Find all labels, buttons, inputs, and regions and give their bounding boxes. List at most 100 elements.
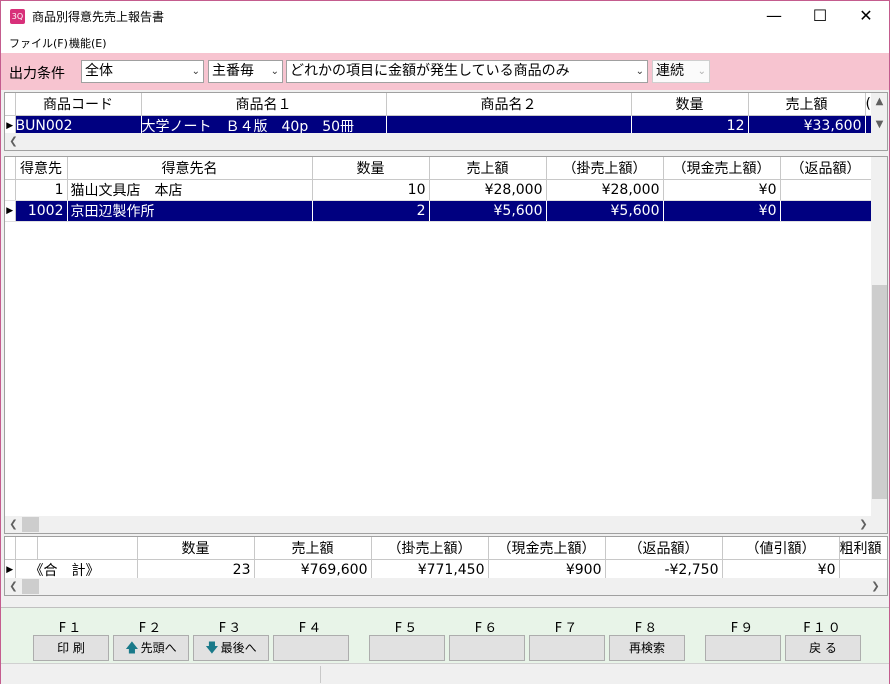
total-sales[interactable]: ¥769,600 xyxy=(254,559,372,581)
row-indicator xyxy=(5,179,16,201)
button-label: 再検索 xyxy=(628,641,665,655)
header-customer-id[interactable]: 得意先 xyxy=(15,157,68,180)
total-qty[interactable]: 23 xyxy=(137,559,255,581)
table-row[interactable]: ▶ 1002 京田辺製作所 2 ¥5,600 ¥5,600 ¥0 xyxy=(5,200,872,222)
header-cash-sales[interactable]: （現金売上額） xyxy=(488,537,606,560)
header-quantity[interactable]: 数量 xyxy=(312,157,430,180)
f7-button[interactable] xyxy=(529,635,605,661)
customer-qty[interactable]: 10 xyxy=(312,179,430,201)
header-product-name2[interactable]: 商品名２ xyxy=(386,93,632,116)
table-row[interactable]: ▶ 《合 計》 23 ¥769,600 ¥771,450 ¥900 -¥2,75… xyxy=(5,559,887,581)
customer-credit[interactable]: ¥28,000 xyxy=(546,179,664,201)
header-customer-name[interactable]: 得意先名 xyxy=(67,157,313,180)
header-sales[interactable]: 売上額 xyxy=(429,157,547,180)
f6-button[interactable] xyxy=(449,635,525,661)
status-pane xyxy=(1,666,321,683)
arrow-down-icon: 🡇 xyxy=(205,641,219,656)
back-button[interactable]: 戻 る xyxy=(785,635,861,661)
minimize-button[interactable]: — xyxy=(751,1,797,31)
customer-returns[interactable] xyxy=(780,179,872,201)
header-credit-sales[interactable]: （掛売上額） xyxy=(546,157,664,180)
chevron-down-icon: ⌄ xyxy=(697,66,706,77)
chevron-down-icon: ⌄ xyxy=(270,66,279,77)
first-record-button[interactable]: 🡅 先頭へ xyxy=(113,635,189,661)
scroll-thumb[interactable] xyxy=(872,285,887,499)
header-returns[interactable]: （返品額） xyxy=(605,537,723,560)
totals-hscroll[interactable]: ❮ ❯ xyxy=(5,578,887,595)
total-credit[interactable]: ¥771,450 xyxy=(371,559,489,581)
total-profit[interactable] xyxy=(839,559,887,581)
title-bar: 3Q 商品別得意先売上報告書 — ☐ ✕ xyxy=(1,1,889,31)
total-returns[interactable]: -¥2,750 xyxy=(605,559,723,581)
close-button[interactable]: ✕ xyxy=(843,1,889,31)
header-indicator xyxy=(5,537,16,560)
customer-vscroll[interactable] xyxy=(871,157,887,516)
scope-select[interactable]: 全体 ⌄ xyxy=(81,60,204,83)
header-discount[interactable]: （値引額） xyxy=(722,537,840,560)
scroll-left-icon[interactable]: ❮ xyxy=(5,516,22,533)
menu-function[interactable]: 機能(E) xyxy=(69,35,107,51)
customer-id[interactable]: 1002 xyxy=(15,200,68,222)
menu-bar: ファイル(F) 機能(E) xyxy=(1,31,889,53)
row-pointer-icon: ▶ xyxy=(5,200,16,222)
header-gross-profit[interactable]: 粗利額 xyxy=(839,537,887,560)
maximize-button[interactable]: ☐ xyxy=(797,1,843,31)
menu-file[interactable]: ファイル(F) xyxy=(9,35,68,51)
grouping-select[interactable]: 主番毎 ⌄ xyxy=(208,60,283,83)
table-row[interactable]: 1 猫山文具店 本店 10 ¥28,000 ¥28,000 ¥0 xyxy=(5,179,872,201)
header-sales[interactable]: 売上額 xyxy=(254,537,372,560)
customer-hscroll[interactable]: ❮ ❯ xyxy=(5,516,887,533)
header-quantity[interactable]: 数量 xyxy=(631,93,749,116)
button-label: 最後へ xyxy=(220,641,257,655)
fkey-label: F７ xyxy=(554,621,580,636)
customer-cash[interactable]: ¥0 xyxy=(663,200,781,222)
total-cash[interactable]: ¥900 xyxy=(488,559,606,581)
scroll-right-icon[interactable]: ❯ xyxy=(855,516,872,533)
customer-cash[interactable]: ¥0 xyxy=(663,179,781,201)
totals-grid: 数量 売上額 （掛売上額） （現金売上額） （返品額） （値引額） 粗利額 ▶ … xyxy=(4,536,888,596)
button-label: 先頭へ xyxy=(140,641,177,655)
header-cash-sales[interactable]: （現金売上額） xyxy=(663,157,781,180)
customer-name[interactable]: 京田辺製作所 xyxy=(67,200,313,222)
header-label xyxy=(37,537,138,560)
scroll-down-icon[interactable]: ▼ xyxy=(871,116,887,133)
button-label: 戻 る xyxy=(809,641,837,655)
scroll-left-icon[interactable]: ❮ xyxy=(5,133,22,150)
scroll-left-icon[interactable]: ❮ xyxy=(5,578,22,595)
condition-select[interactable]: どれかの項目に金額が発生している商品のみ ⌄ xyxy=(286,60,648,83)
scroll-up-icon[interactable]: ▲ xyxy=(871,93,887,110)
status-pane xyxy=(321,666,889,683)
product-hscroll[interactable]: ❮ xyxy=(5,133,871,150)
f5-button[interactable] xyxy=(369,635,445,661)
customer-credit[interactable]: ¥5,600 xyxy=(546,200,664,222)
header-sales[interactable]: 売上額 xyxy=(748,93,866,116)
header-product-code[interactable]: 商品コード xyxy=(15,93,142,116)
last-record-button[interactable]: 🡇 最後へ xyxy=(193,635,269,661)
header-returns[interactable]: （返品額） xyxy=(780,157,872,180)
f4-button[interactable] xyxy=(273,635,349,661)
header-credit-sales[interactable]: （掛売上額） xyxy=(371,537,489,560)
scroll-thumb[interactable] xyxy=(22,579,39,594)
header-product-name1[interactable]: 商品名１ xyxy=(141,93,387,116)
chevron-down-icon: ⌄ xyxy=(635,66,644,77)
scroll-thumb[interactable] xyxy=(22,517,39,532)
customer-name[interactable]: 猫山文具店 本店 xyxy=(67,179,313,201)
total-discount[interactable]: ¥0 xyxy=(722,559,840,581)
scroll-right-icon[interactable]: ❯ xyxy=(867,578,884,595)
product-vscroll[interactable]: ▲ ▼ xyxy=(871,93,887,150)
totals-header-row: 数量 売上額 （掛売上額） （現金売上額） （返品額） （値引額） 粗利額 xyxy=(5,537,887,560)
research-button[interactable]: 再検索 xyxy=(609,635,685,661)
print-button[interactable]: 印 刷 xyxy=(33,635,109,661)
customer-returns[interactable] xyxy=(780,200,872,222)
main-window: 3Q 商品別得意先売上報告書 — ☐ ✕ ファイル(F) 機能(E) 出力条件 … xyxy=(0,0,890,684)
customer-id[interactable]: 1 xyxy=(15,179,68,201)
mode-select[interactable]: 連続 ⌄ xyxy=(652,60,710,83)
header-quantity[interactable]: 数量 xyxy=(137,537,255,560)
app-icon: 3Q xyxy=(10,9,25,24)
button-label: 印 刷 xyxy=(57,641,85,655)
customer-sales[interactable]: ¥28,000 xyxy=(429,179,547,201)
f9-button[interactable] xyxy=(705,635,781,661)
customer-sales[interactable]: ¥5,600 xyxy=(429,200,547,222)
customer-qty[interactable]: 2 xyxy=(312,200,430,222)
mode-value: 連続 xyxy=(656,63,684,79)
